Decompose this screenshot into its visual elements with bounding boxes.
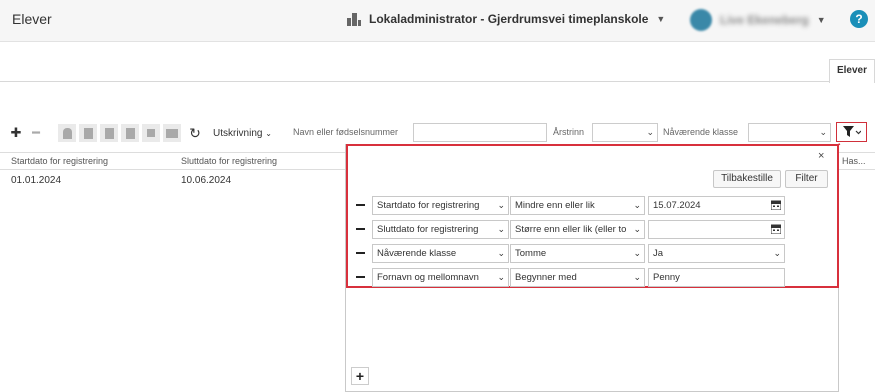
- chevron-down-icon: ⌄: [265, 128, 272, 138]
- id-card-icon[interactable]: [100, 124, 118, 142]
- chevron-down-icon: ⌄: [819, 127, 827, 137]
- avatar: [690, 9, 712, 31]
- filter-row: Nåværende klasse ⌄ Tomme ⌄ Ja ⌄: [352, 244, 786, 263]
- chevron-down-icon: ⌄: [633, 200, 641, 210]
- cell-end-date: 10.06.2024: [181, 175, 232, 186]
- text-size-icon[interactable]: [142, 124, 160, 142]
- filter-operator-value: Begynner med: [515, 272, 577, 283]
- filter-operator-select[interactable]: Mindre enn eller lik ⌄: [510, 196, 645, 215]
- user-name: Live Ekeneberg: [720, 13, 809, 27]
- tab-elever[interactable]: Elever: [829, 59, 875, 83]
- remove-filter-button[interactable]: [352, 245, 368, 261]
- filter-operator-value: Tomme: [515, 248, 547, 259]
- filter-date-input[interactable]: 15.07.2024: [648, 196, 785, 215]
- chevron-down-icon: ⌄: [497, 248, 505, 258]
- filter-field-value: Fornavn og mellomnavn: [377, 272, 479, 283]
- add-button[interactable]: ✚: [8, 125, 24, 141]
- funnel-icon: [842, 126, 861, 137]
- filter-field-select[interactable]: Fornavn og mellomnavn ⌄: [372, 268, 509, 287]
- search-input[interactable]: [413, 123, 547, 142]
- filter-value: Ja: [653, 248, 664, 259]
- filter-operator-select[interactable]: Større enn eller lik (eller to ⌄: [510, 220, 645, 239]
- top-bar: Elever Lokaladministrator - Gjerdrumsvei…: [0, 0, 875, 42]
- chevron-down-icon: ▼: [656, 14, 666, 24]
- chevron-down-icon: ⌄: [633, 248, 641, 258]
- filter-row: Sluttdato for registrering ⌄ Større enn …: [352, 220, 786, 239]
- remove-button[interactable]: ━: [28, 125, 44, 141]
- add-filter-row-button[interactable]: +: [351, 367, 369, 385]
- filter-field-select[interactable]: Sluttdato for registrering ⌄: [372, 220, 509, 239]
- calendar-icon[interactable]: [771, 224, 781, 234]
- chevron-down-icon: ⌄: [633, 224, 641, 234]
- filter-date-value: 15.07.2024: [653, 200, 701, 211]
- year-select[interactable]: ⌄: [592, 123, 658, 142]
- document-icon[interactable]: [79, 124, 97, 142]
- user-menu[interactable]: Live Ekeneberg ▼: [690, 9, 826, 31]
- chevron-down-icon: ⌄: [497, 200, 505, 210]
- filter-field-value: Startdato for registrering: [377, 200, 480, 211]
- cell-start-date: 01.01.2024: [11, 175, 62, 186]
- filter-text-value: Penny: [653, 272, 680, 283]
- column-header[interactable]: Startdato for registrering: [11, 156, 108, 166]
- page-title: Elever: [12, 11, 52, 27]
- print-menu[interactable]: Utskrivning ⌄: [213, 128, 272, 139]
- help-button[interactable]: ?: [850, 10, 868, 28]
- filter-operator-select[interactable]: Tomme ⌄: [510, 244, 645, 263]
- filter-operator-value: Større enn eller lik (eller to: [515, 224, 627, 235]
- filter-operator-value: Mindre enn eller lik: [515, 200, 595, 211]
- filter-text-input[interactable]: Penny: [648, 268, 785, 287]
- filter-field-select[interactable]: Startdato for registrering ⌄: [372, 196, 509, 215]
- chevron-down-icon: ⌄: [497, 272, 505, 282]
- building-icon: [347, 12, 361, 26]
- filter-operator-select[interactable]: Begynner med ⌄: [510, 268, 645, 287]
- close-icon[interactable]: ×: [818, 150, 824, 162]
- filter-value-select[interactable]: Ja ⌄: [648, 244, 785, 263]
- apply-filter-button[interactable]: Filter: [785, 170, 828, 188]
- chevron-down-icon: ⌄: [497, 224, 505, 234]
- binoculars-icon[interactable]: [163, 124, 181, 142]
- filter-row: Fornavn og mellomnavn ⌄ Begynner med ⌄ P…: [352, 268, 786, 287]
- person-icon[interactable]: [58, 124, 76, 142]
- remove-filter-button[interactable]: [352, 221, 368, 237]
- school-name: Lokaladministrator - Gjerdrumsvei timepl…: [369, 12, 649, 26]
- tab-strip: Elever: [0, 55, 875, 83]
- chevron-down-icon: ▼: [816, 15, 826, 25]
- school-selector[interactable]: Lokaladministrator - Gjerdrumsvei timepl…: [347, 12, 665, 26]
- filter-field-value: Nåværende klasse: [377, 248, 457, 259]
- book-icon[interactable]: [121, 124, 139, 142]
- filter-date-input[interactable]: [648, 220, 785, 239]
- refresh-icon[interactable]: ↻: [187, 125, 203, 141]
- toolbar: ✚ ━ ↻ Utskrivning ⌄ Navn eller fødselsnu…: [0, 120, 875, 146]
- filter-row: Startdato for registrering ⌄ Mindre enn …: [352, 196, 786, 215]
- filter-field-select[interactable]: Nåværende klasse ⌄: [372, 244, 509, 263]
- filter-field-value: Sluttdato for registrering: [377, 224, 479, 235]
- reset-button[interactable]: Tilbakestille: [713, 170, 781, 188]
- column-header[interactable]: Has...: [842, 156, 866, 166]
- chevron-down-icon: ⌄: [773, 248, 781, 258]
- print-label: Utskrivning: [213, 127, 263, 139]
- class-select[interactable]: ⌄: [748, 123, 831, 142]
- column-header[interactable]: Sluttdato for registrering: [181, 156, 277, 166]
- remove-filter-button[interactable]: [352, 197, 368, 213]
- year-label: Årstrinn: [553, 127, 585, 137]
- calendar-icon[interactable]: [771, 200, 781, 210]
- class-label: Nåværende klasse: [663, 127, 739, 137]
- chevron-down-icon: ⌄: [633, 272, 641, 282]
- remove-filter-button[interactable]: [352, 269, 368, 285]
- search-label: Navn eller fødselsnummer: [293, 127, 399, 137]
- filter-highlight-box: [346, 144, 839, 288]
- chevron-down-icon: ⌄: [646, 127, 654, 137]
- filter-toggle-button[interactable]: [836, 122, 867, 142]
